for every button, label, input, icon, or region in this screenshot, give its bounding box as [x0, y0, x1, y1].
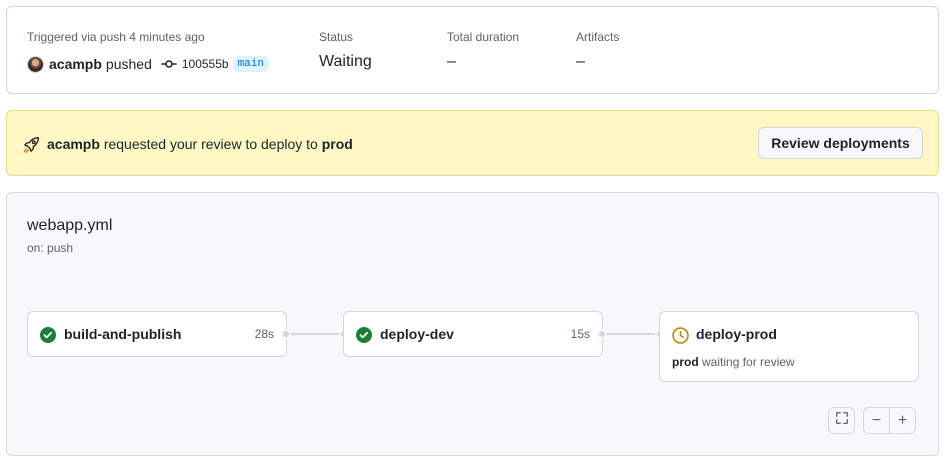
artifacts-label: Artifacts [576, 30, 620, 44]
zoom-in-button[interactable]: + [889, 407, 916, 434]
job-deploy-prod[interactable]: deploy-prod prod waiting for review [659, 311, 919, 382]
duration-label: Total duration [447, 30, 520, 44]
artifacts-value: – [576, 53, 585, 70]
job-connector [288, 333, 342, 335]
review-deployments-button[interactable]: Review deployments [758, 127, 923, 159]
workflow-file-name: webapp.yml [27, 217, 113, 234]
job-waiting-status: prod waiting for review [672, 355, 795, 369]
branch-badge[interactable]: main [232, 56, 269, 72]
clock-icon [672, 327, 689, 349]
job-output-handle [281, 329, 291, 339]
fullscreen-icon [835, 411, 849, 430]
job-name: deploy-prod [696, 326, 777, 342]
review-request-text: acampb requested your review to deploy t… [47, 136, 353, 152]
job-connector [604, 333, 658, 335]
job-build-and-publish[interactable]: build-and-publish 28s [27, 311, 287, 357]
job-duration: 15s [570, 327, 590, 341]
waiting-text: waiting for review [702, 355, 795, 369]
job-name: build-and-publish [64, 326, 182, 342]
duration-value: – [447, 53, 456, 70]
action-text: pushed [105, 56, 152, 72]
avatar[interactable] [27, 55, 44, 73]
workflow-trigger: on: push [27, 241, 74, 255]
status-value: Waiting [319, 53, 372, 70]
zoom-out-button[interactable]: − [863, 407, 890, 434]
job-name: deploy-dev [380, 326, 454, 342]
job-duration: 28s [254, 327, 274, 341]
job-deploy-dev[interactable]: deploy-dev 15s [343, 311, 603, 357]
request-message: requested your review to deploy to [103, 136, 318, 152]
trigger-label: Triggered via push 4 minutes ago [27, 30, 205, 44]
actor-link[interactable]: acampb [49, 56, 102, 72]
check-circle-icon [40, 327, 56, 348]
status-label: Status [319, 30, 354, 44]
requester-name[interactable]: acampb [47, 136, 100, 152]
environment-name: prod [321, 136, 353, 152]
review-banner: acampb requested your review to deploy t… [6, 110, 939, 176]
run-summary: Triggered via push 4 minutes ago acampb … [6, 6, 939, 94]
rocket-icon [22, 136, 40, 159]
job-output-handle [597, 329, 607, 339]
fullscreen-button[interactable] [828, 407, 855, 434]
workflow-graph: webapp.yml on: push build-and-publish 28… [6, 192, 939, 456]
git-commit-icon [161, 56, 177, 72]
check-circle-icon [356, 327, 372, 348]
waiting-environment: prod [672, 355, 699, 369]
commit-sha-link[interactable]: 100555b [182, 57, 229, 71]
trigger-row: acampb pushed 100555b main [27, 54, 269, 74]
